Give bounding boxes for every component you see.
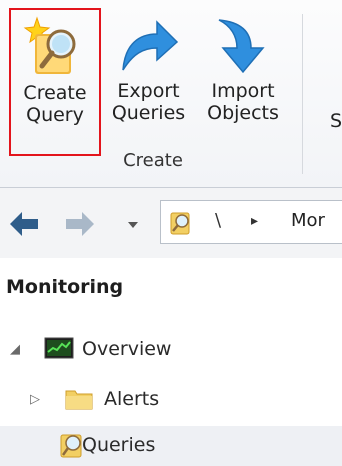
tree-item-queries[interactable]: Queries [0, 426, 342, 466]
tree-item-alerts[interactable]: ▷ Alerts [0, 380, 342, 420]
create-query-icon [23, 16, 87, 82]
import-objects-button[interactable]: Import Objects [198, 8, 288, 156]
chevron-down-icon [128, 222, 138, 228]
collapse-icon[interactable]: ◢ [10, 342, 20, 357]
ribbon-group-label: Create [123, 150, 183, 171]
monitoring-folder-icon [169, 210, 193, 240]
forward-arrow-icon [66, 212, 94, 236]
overview-icon [44, 336, 74, 366]
create-query-button[interactable]: Create Query [9, 8, 101, 156]
tree-item-overview[interactable]: ◢ Overview [0, 330, 342, 370]
path-box[interactable]: \ ▸ Mor [160, 200, 342, 244]
path-chevron[interactable]: ▸ [251, 213, 258, 229]
pane-title: Monitoring [6, 276, 124, 298]
folder-icon [64, 386, 94, 416]
path-root-separator: \ [215, 210, 222, 231]
back-arrow-icon [10, 212, 38, 236]
tree-item-label: Alerts [104, 388, 160, 410]
back-button[interactable] [6, 206, 42, 242]
expand-icon[interactable]: ▷ [30, 392, 40, 407]
export-queries-button[interactable]: Export Queries [106, 8, 191, 156]
import-objects-label: Import Objects [207, 80, 279, 124]
export-arrow-icon [117, 14, 181, 80]
ribbon-group-divider [302, 14, 303, 174]
export-queries-label: Export Queries [111, 80, 186, 124]
create-query-label: Create Query [23, 82, 87, 126]
forward-button[interactable] [62, 206, 98, 242]
history-dropdown-button[interactable] [118, 206, 148, 242]
address-bar: \ ▸ Mor [0, 188, 342, 258]
import-arrow-icon [211, 14, 275, 80]
tree-item-label: Overview [82, 338, 172, 360]
tree-item-label: Queries [82, 434, 156, 456]
ribbon: Create Query Export Queries Import Objec… [0, 0, 342, 188]
clipped-ribbon-label[interactable]: S [330, 110, 342, 132]
navigation-pane: Monitoring ◢ Overview ▷ Alerts Queries [0, 258, 342, 466]
path-segment[interactable]: Mor [291, 210, 325, 231]
